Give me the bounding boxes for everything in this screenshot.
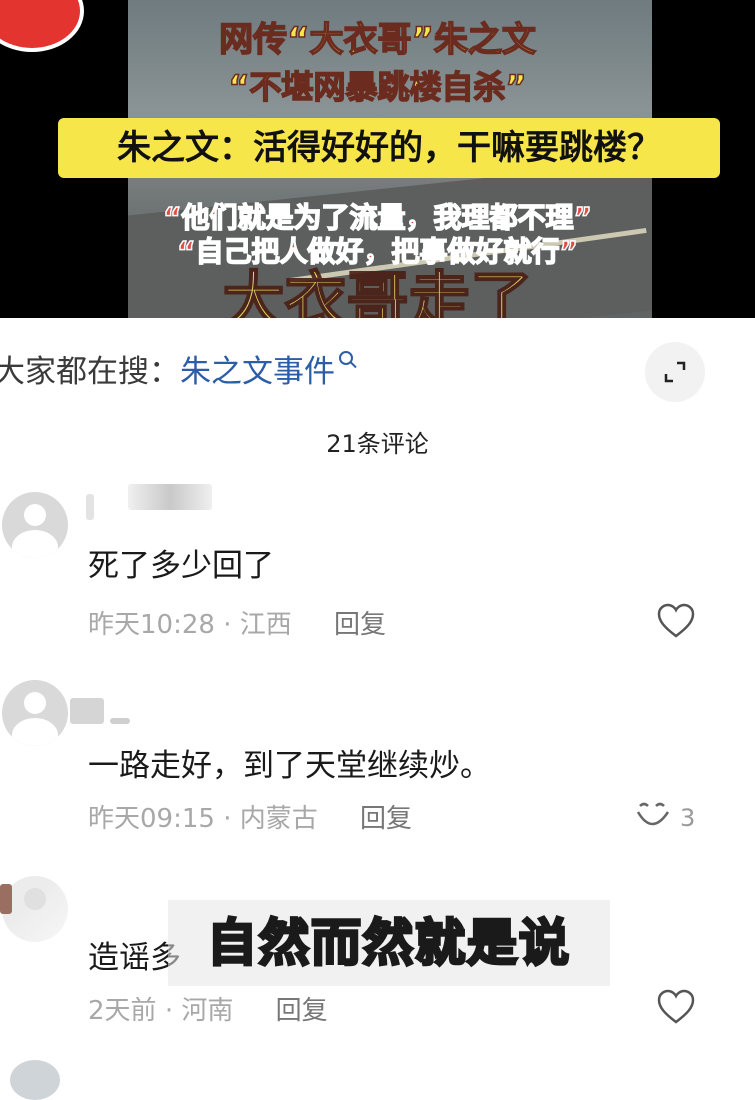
comment-location: 江西 — [239, 610, 292, 640]
search-prefix: 大家都在搜： — [0, 353, 180, 390]
comment-meta: 昨天09:15 · 内蒙古 回复 — [88, 804, 413, 834]
heart-icon[interactable] — [656, 988, 696, 1026]
laugh-icon[interactable] — [634, 796, 674, 834]
comment-meta: 2天前 · 河南 回复 — [88, 996, 328, 1026]
search-term-link[interactable]: 朱之文事件 — [180, 346, 335, 391]
reply-button[interactable]: 回复 — [276, 996, 328, 1026]
yellow-banner-text: 朱之文：活得好好的，干嘛要跳楼？ — [117, 128, 661, 168]
comment-avatar[interactable] — [2, 680, 68, 746]
comment-meta: 昨天10:28 · 江西 回复 — [88, 610, 387, 640]
reply-button[interactable]: 回复 — [360, 804, 412, 834]
avatar-fragment — [0, 884, 12, 914]
heart-icon[interactable] — [656, 602, 696, 640]
comment-text: 死了多少回了 — [88, 548, 274, 584]
comment-count: 21条评论 — [326, 430, 429, 458]
search-icon — [339, 351, 353, 365]
subtitle-overlay: 自然而然就是说 — [206, 913, 571, 974]
username-blurred[interactable] — [110, 718, 130, 724]
comment-time: 昨天10:28 — [88, 610, 215, 640]
comment-location: 内蒙古 — [239, 804, 318, 834]
comment-time: 2天前 — [88, 996, 157, 1026]
comment-time: 昨天09:15 — [88, 804, 215, 834]
expand-icon — [664, 361, 686, 383]
expand-button[interactable] — [645, 342, 705, 402]
comment-location: 河南 — [181, 996, 234, 1026]
reply-button[interactable]: 回复 — [334, 610, 386, 640]
search-suggestion[interactable]: 大家都在搜： 朱之文事件 — [0, 342, 353, 394]
username-blurred[interactable] — [70, 698, 104, 724]
comment-text: 一路走好，到了天堂继续炒。 — [88, 748, 491, 784]
video-quote-line2: “自己把人做好，把事做好就行” — [176, 234, 578, 269]
like-count: 3 — [680, 804, 696, 832]
comment-avatar[interactable] — [10, 1060, 60, 1100]
comment-avatar[interactable] — [2, 492, 68, 558]
video-headline-line2: “不堪网暴跳楼自杀” — [228, 67, 528, 107]
video-player[interactable]: 网传“大衣哥”朱之文 “不堪网暴跳楼自杀” 朱之文：活得好好的，干嘛要跳楼？ 大… — [0, 0, 755, 318]
username-blurred[interactable] — [128, 484, 212, 510]
video-headline-line1: 网传“大衣哥”朱之文 — [218, 19, 536, 61]
username-blurred[interactable] — [86, 494, 94, 520]
